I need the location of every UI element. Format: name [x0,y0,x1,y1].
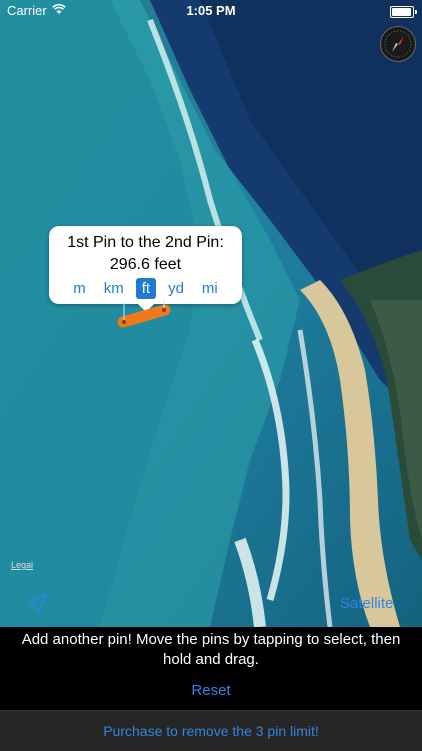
callout-title: 1st Pin to the 2nd Pin: [67,234,224,251]
unit-yd-button[interactable]: yd [162,278,190,299]
distance-value: 296.6 feet [109,256,182,273]
reset-button[interactable]: Reset [0,682,422,699]
purchase-button[interactable]: Purchase to remove the 3 pin limit! [0,710,422,751]
status-bar: Carrier 1:05 PM [0,0,422,22]
legal-link[interactable]: Legal [11,560,33,570]
map-imagery [0,0,422,627]
pin-line[interactable] [115,300,175,330]
pin-icon [122,320,126,324]
unit-selector: m km ft yd mi [59,278,232,299]
map-type-button[interactable]: Satellite [340,595,393,612]
bottom-panel: Add another pin! Move the pins by tappin… [0,627,422,710]
clock: 1:05 PM [186,3,236,18]
compass-icon[interactable] [380,26,416,62]
pin-icon [162,308,166,312]
unit-ft-button[interactable]: ft [135,278,157,299]
unit-m-button[interactable]: m [67,278,92,299]
instruction-message: Add another pin! Move the pins by tappin… [21,631,401,668]
unit-km-button[interactable]: km [98,278,130,299]
battery-icon [390,6,417,18]
satellite-map[interactable]: Carrier 1:05 PM 1st Pin to the 2nd Pin: … [0,0,422,627]
distance-callout: 1st Pin to the 2nd Pin: 296.6 feet m km … [49,226,242,312]
unit-mi-button[interactable]: mi [196,278,224,299]
